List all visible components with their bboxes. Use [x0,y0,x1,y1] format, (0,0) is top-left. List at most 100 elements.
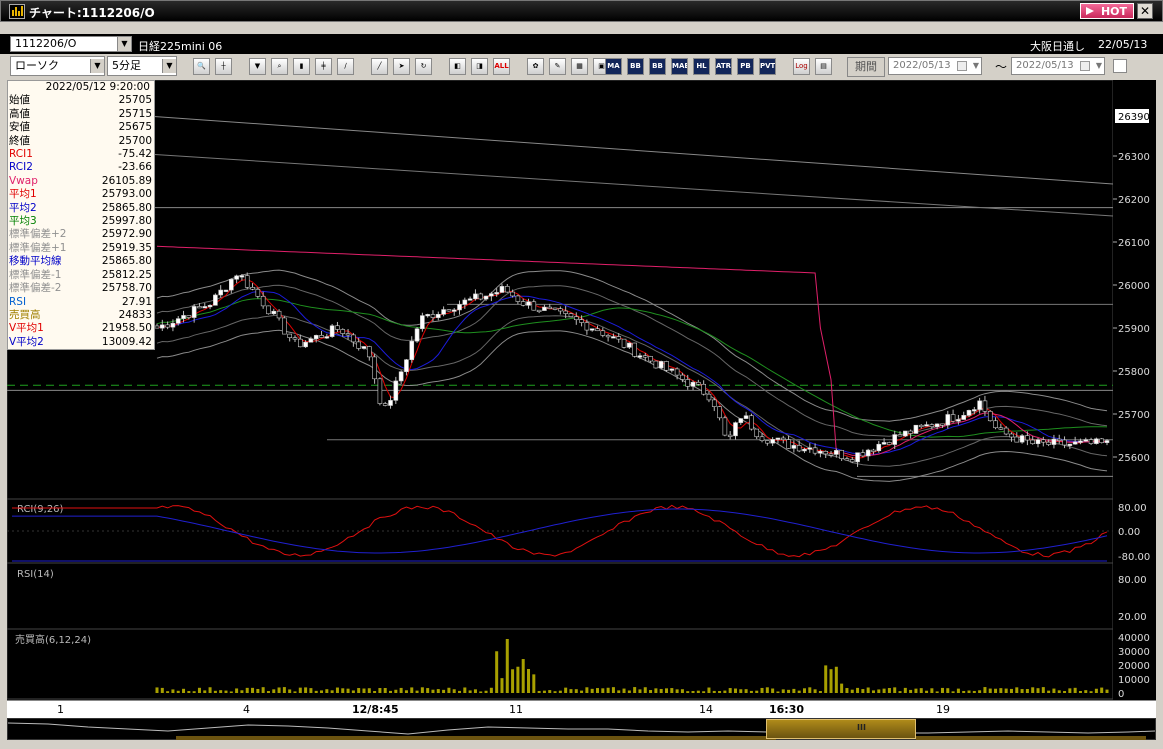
bb-button[interactable]: BB [627,58,644,75]
chart-navigator[interactable]: III [7,718,1156,740]
volume-bar [542,690,546,693]
price-chart-svg[interactable]: 26300 26200 26100 26000 25900 25800 25700 25600… [7,80,1156,702]
candle-body [356,341,361,349]
volume-bar [749,690,753,693]
volume-bar [744,689,748,693]
volume-bar [309,688,313,693]
search-icon[interactable]: ⌕ [271,58,288,75]
period-checkbox[interactable] [1113,59,1127,73]
candle-body [653,360,659,369]
ohlc-row-value: -23.66 [118,161,152,174]
candle-body [903,430,908,437]
volume-bar [256,688,260,693]
candle-icon[interactable]: ▮ [293,58,310,75]
candle-body [701,383,706,395]
atr-button[interactable]: ATR [715,58,732,75]
all-button[interactable]: ALL [493,58,510,75]
pvt-button[interactable]: PVT [759,58,776,75]
close-button[interactable]: ✕ [1137,3,1153,19]
candle-body [425,314,430,317]
volume-bar [511,669,515,693]
current-price-label: 26390 [1118,112,1150,123]
volume-bar [861,689,865,693]
candle-body [913,424,919,434]
volume-bar [251,687,255,693]
volume-bar [1036,688,1040,693]
chevron-down-icon[interactable]: ▼ [973,58,979,74]
candle-body [844,458,850,461]
ohlc-row: V平均2 13009.42 [8,336,154,349]
interval-select[interactable]: 5分足 ▼ [107,56,177,76]
log-button[interactable]: Log [793,58,810,75]
time-label: 12/8:45 [352,703,399,716]
bars-icon[interactable]: ╪ [315,58,332,75]
zoom-icon[interactable]: 🔍 [193,58,210,75]
hot-button[interactable]: HOT [1080,3,1134,19]
chevron-down-icon[interactable]: ▼ [117,37,131,51]
navigator-thumb[interactable] [766,719,916,739]
calendar-icon[interactable] [957,61,967,71]
volume-bar [967,690,971,693]
rsi-panel-label: RSI(14) [17,569,54,580]
window-titlebar: チャート:1112206/O [0,0,1163,22]
chart-area[interactable]: 26300 26200 26100 26000 25900 25800 25700 25600… [7,80,1156,702]
trendline-icon[interactable]: ╱ [371,58,388,75]
erase-icon[interactable]: ∕ [337,58,354,75]
candle-body [881,442,887,445]
pbsa-button[interactable]: PB SA [737,58,754,75]
ohlc-row-value: 25675 [118,121,152,134]
ohlc-row-value: 25865.80 [101,201,152,214]
pointer-icon[interactable]: ➤ [393,58,410,75]
volume-bar [627,690,631,693]
window-title: チャート:1112206/O [29,6,155,20]
candle-body [786,439,791,449]
calendar-icon[interactable] [1080,61,1090,71]
volume-bar [245,687,249,693]
candle-body [632,342,637,357]
candle-body [1030,439,1035,444]
volume-bar [962,690,966,693]
palette-icon[interactable]: ✿ [527,58,544,75]
color-icon[interactable]: ▦ [571,58,588,75]
candle-body [658,361,664,369]
candle-body [749,415,754,430]
volume-bar [527,669,531,693]
chevron-down-icon[interactable]: ▼ [1096,58,1102,74]
hl-button[interactable]: HL [693,58,710,75]
date-to-field[interactable]: 2022/05/13 ▼ [1011,57,1105,75]
bb2-button[interactable]: BB [649,58,666,75]
volume-bar [686,691,690,693]
symbol-code-select[interactable]: 1112206/O ▼ [10,36,132,52]
volume-bar [1057,690,1061,693]
volume-bar [617,690,621,693]
ohlc-row-label: V平均1 [9,322,44,335]
chevron-down-icon[interactable]: ▼ [162,59,176,73]
date-from-value: 2022/05/13 [893,60,951,71]
rotate-icon[interactable]: ↻ [415,58,432,75]
volume-bar [442,689,446,693]
candle-body [282,317,287,335]
mae-button[interactable]: MAE [671,58,688,75]
ohlc-row: 終値 25700 [8,135,154,148]
candle-body [621,338,627,348]
candle-body [547,306,553,309]
candle-body [478,293,484,300]
range-icon[interactable]: ◧ [449,58,466,75]
draw-icon[interactable]: ▼ [249,58,266,75]
period-button[interactable]: 期間 [847,57,885,77]
ohlc-row-label: 高値 [9,107,30,120]
date-from-field[interactable]: 2022/05/13 ▼ [888,57,982,75]
candle-body [977,400,982,410]
ma-button[interactable]: MA [605,58,622,75]
candle-body [520,301,526,306]
brush-icon[interactable]: ✎ [549,58,566,75]
volume-bar [192,691,196,693]
chevron-down-icon[interactable]: ▼ [90,59,104,73]
volume-bar [946,688,950,693]
export-icon[interactable]: ▤ [815,58,832,75]
crosshair-icon[interactable]: ┼ [215,58,232,75]
range2-icon[interactable]: ◨ [471,58,488,75]
chart-type-select[interactable]: ローソク ▼ [10,56,105,76]
symbol-name: 日経225mini 06 [138,40,223,53]
ohlc-row-value: 25758.70 [101,282,152,295]
